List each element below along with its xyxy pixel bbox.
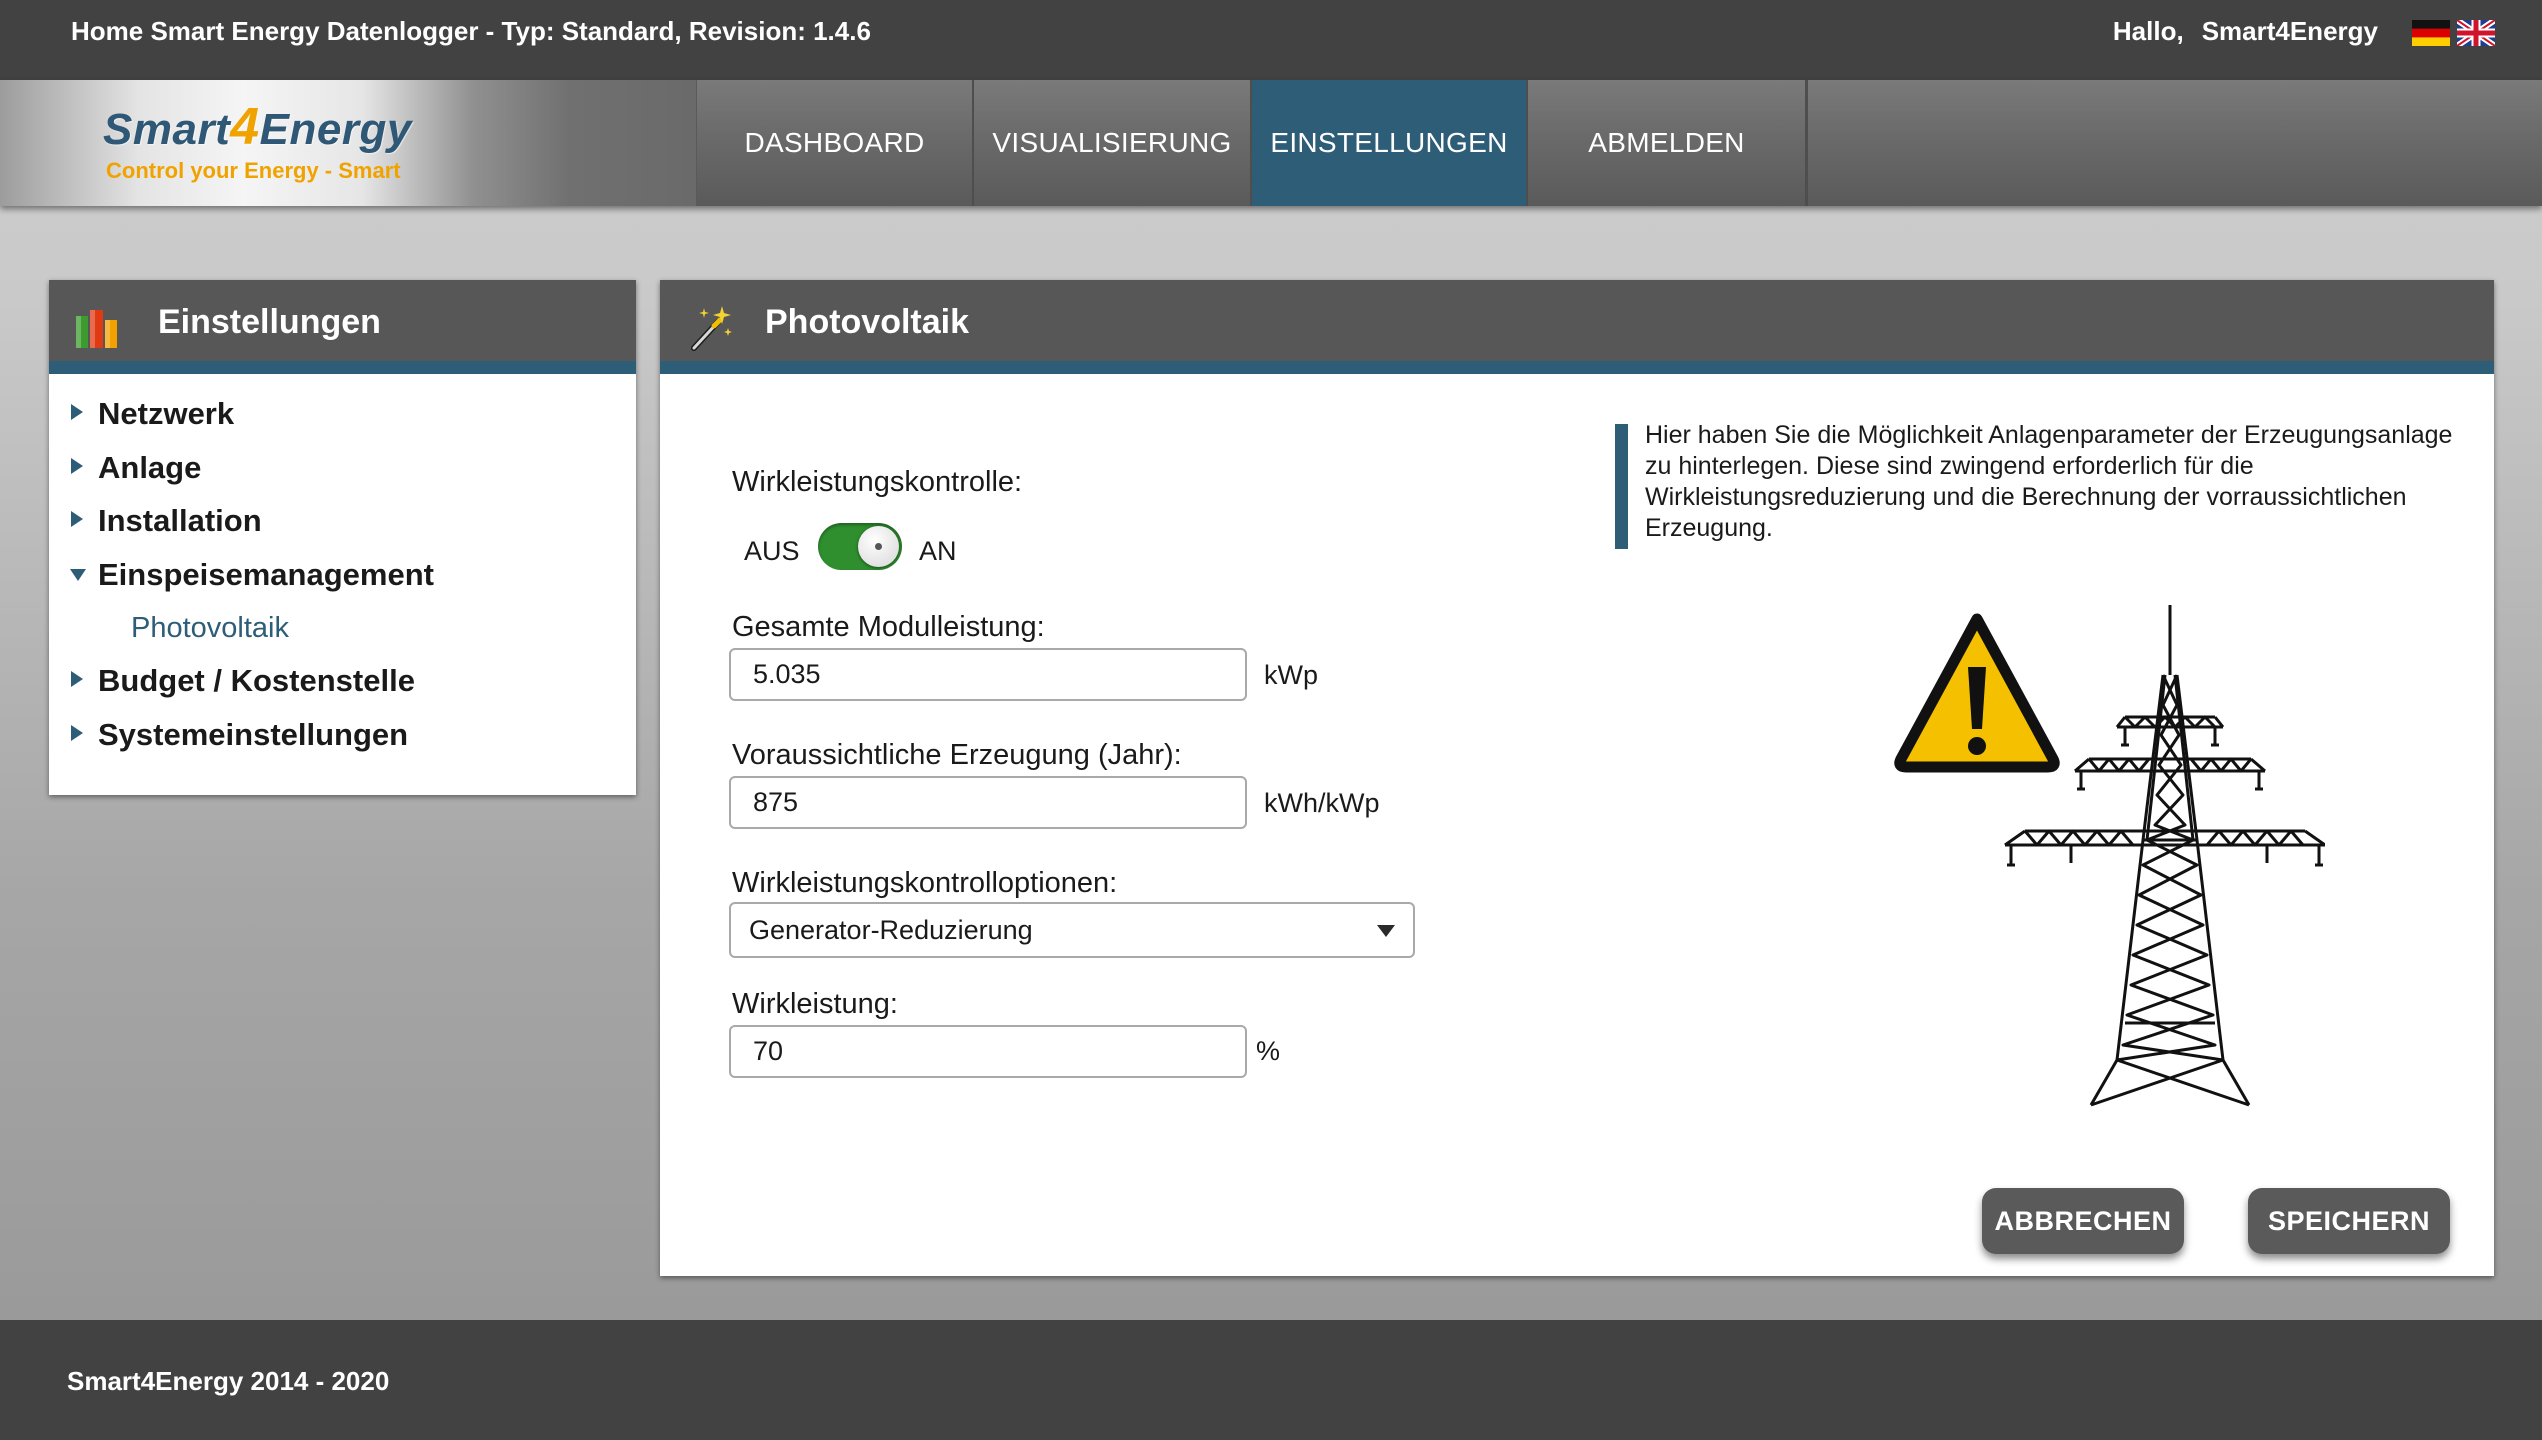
nav-visualisierung[interactable]: VISUALISIERUNG [974,80,1252,206]
greeting-text: Hallo, [2112,16,2184,46]
modulleistung-input[interactable] [729,648,1247,701]
nav-einstellungen[interactable]: EINSTELLUNGEN [1252,80,1528,206]
app-title: Home Smart Energy Datenlogger - Typ: Sta… [71,16,871,46]
chevron-down-icon [70,568,86,581]
select-value: Generator-Reduzierung [749,915,1033,945]
wirkleistung-input[interactable] [729,1025,1247,1078]
user-greeting: Hallo, Smart4Energy [2113,16,2378,46]
flag-gb-icon[interactable] [2457,20,2495,46]
chevron-right-icon [71,724,83,741]
nav-dashboard[interactable]: DASHBOARD [697,80,974,206]
chevron-right-icon [71,404,83,420]
wirkleistung-label: Wirkleistung: [732,988,898,1020]
kontrolloptionen-select[interactable]: Generator-Reduzierung [729,902,1415,958]
top-bar: Home Smart Energy Datenlogger - Typ: Sta… [0,0,2542,80]
copyright-text: Smart4Energy 2014 - 2020 [67,1366,390,1396]
bar-chart-icon [76,310,117,348]
erzeugung-unit: kWh/kWp [1264,788,1380,818]
chevron-right-icon [71,511,83,527]
flag-de-icon[interactable] [2412,20,2450,46]
sidebar-menu: Netzwerk Anlage Installation Einspeisema… [49,392,636,766]
warning-pylon-illustration [1894,605,2325,1107]
erzeugung-label: Voraussichtliche Erzeugung (Jahr): [732,739,1182,771]
sidebar-item-label: Systemeinstellungen [98,716,409,752]
logo-wordmark: Smart4Energy [103,98,412,156]
wirkleistungskontrolle-toggle[interactable] [818,523,902,570]
panel-title: Photovoltaik [765,303,970,341]
logo-slogan: Control your Energy - Smart [106,158,401,183]
sidebar-item-label: Budget / Kostenstelle [98,663,415,698]
footer: Smart4Energy 2014 - 2020 [0,1320,2542,1440]
photovoltaik-panel: Photovoltaik Wirkleistungskontrolle: AUS… [660,280,2494,1276]
main-nav: Smart4Energy Control your Energy - Smart… [0,80,2542,206]
sidebar-item-systemeinstellungen[interactable]: Systemeinstellungen [49,713,636,767]
sidebar-header: Einstellungen [49,280,636,374]
sidebar-title: Einstellungen [158,303,381,341]
save-button[interactable]: SPEICHERN [2248,1188,2450,1254]
sidebar-item-label: Netzwerk [98,396,235,431]
toggle-knob [858,526,899,567]
sidebar-item-budget[interactable]: Budget / Kostenstelle [49,659,636,713]
sidebar-item-label: Anlage [98,449,202,485]
wirkleistung-unit: % [1256,1036,1281,1066]
cancel-button[interactable]: ABBRECHEN [1982,1188,2184,1254]
logo[interactable]: Smart4Energy Control your Energy - Smart [0,80,697,206]
magic-wand-icon [691,306,732,351]
sidebar-item-label: Installation [98,503,262,538]
caret-down-icon [1377,925,1395,937]
modulleistung-label: Gesamte Modulleistung: [732,611,1045,643]
chevron-right-icon [71,671,83,687]
info-accent-bar [1615,424,1628,549]
chevron-right-icon [71,457,83,474]
modulleistung-unit: kWp [1264,660,1318,690]
sidebar-item-netzwerk[interactable]: Netzwerk [49,392,636,446]
sidebar-subitem-photovoltaik[interactable]: Photovoltaik [49,606,636,659]
wirkleistungskontrolle-label: Wirkleistungskontrolle: [732,466,1023,498]
settings-sidebar: Einstellungen Netzwerk Anlage Installati… [49,280,636,795]
nav-abmelden[interactable]: ABMELDEN [1528,80,1807,206]
kontrolloptionen-label: Wirkleistungskontrolloptionen: [732,867,1118,899]
sidebar-item-anlage[interactable]: Anlage [49,446,636,500]
username: Smart4Energy [2201,16,2378,46]
erzeugung-input[interactable] [729,776,1247,829]
nav-filler [1807,80,2542,206]
panel-header: Photovoltaik [660,280,2494,374]
toggle-off-label: AUS [744,536,800,566]
warning-sign-icon [1894,613,2060,773]
power-pylon-icon [2004,605,2325,1107]
toggle-on-label: AN [919,536,957,566]
sidebar-item-installation[interactable]: Installation [49,499,636,553]
sidebar-item-einspeisemanagement[interactable]: Einspeisemanagement [49,553,636,607]
info-text: Hier haben Sie die Möglichkeit Anlagenpa… [1645,421,2453,542]
sidebar-item-label: Einspeisemanagement [98,556,434,592]
